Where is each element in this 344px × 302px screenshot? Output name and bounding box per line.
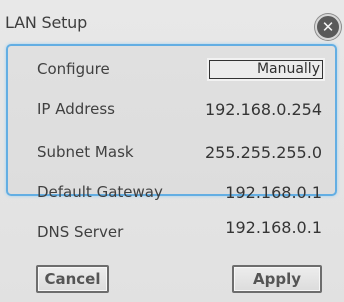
- close-button[interactable]: ✕: [315, 14, 341, 40]
- dns-server-value[interactable]: 192.168.0.1: [225, 218, 322, 237]
- configure-label: Configure: [37, 60, 110, 78]
- apply-button[interactable]: Apply: [232, 265, 322, 293]
- dialog-title: LAN Setup: [5, 13, 88, 32]
- configure-select[interactable]: Manually: [207, 58, 325, 81]
- subnet-mask-value[interactable]: 255.255.255.0: [205, 143, 322, 162]
- default-gateway-label: Default Gateway: [37, 183, 163, 201]
- dns-server-label: DNS Server: [37, 223, 124, 241]
- cancel-button[interactable]: Cancel: [36, 265, 109, 293]
- ip-address-label: IP Address: [37, 100, 115, 118]
- ip-address-value[interactable]: 192.168.0.254: [205, 100, 322, 119]
- default-gateway-value[interactable]: 192.168.0.1: [225, 183, 322, 202]
- lan-setup-dialog: LAN Setup ✕ Configure Manually IP Addres…: [0, 0, 344, 302]
- close-icon: ✕: [321, 17, 335, 36]
- subnet-mask-label: Subnet Mask: [37, 143, 134, 161]
